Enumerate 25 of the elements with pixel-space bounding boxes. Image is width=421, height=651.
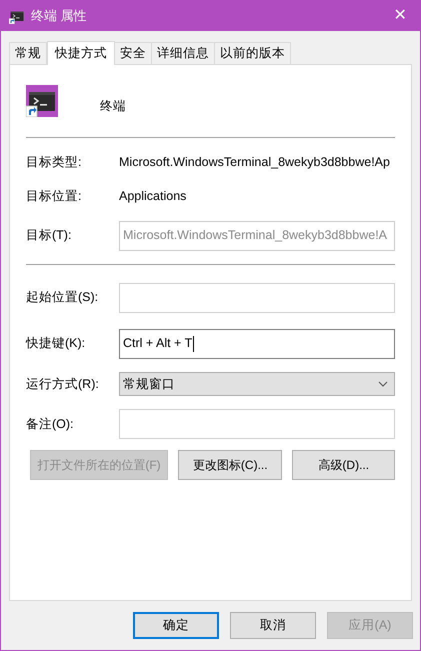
field-label: 快捷键(K): [26, 335, 86, 352]
input-field[interactable] [119, 409, 395, 440]
window-title: 终端 属性 [31, 7, 87, 26]
field-label: 运行方式(R): [26, 376, 100, 393]
tab[interactable]: 以前的版本 [214, 42, 291, 64]
close-button[interactable]: ✕ [388, 4, 412, 28]
run-dropdown[interactable]: 常规窗口 [119, 372, 395, 396]
field-label: 备注(O): [26, 416, 75, 433]
field-value: Microsoft.WindowsTerminal_8wekyb3d8bbwe!Ap [119, 154, 390, 171]
terminal-icon [26, 85, 58, 117]
field-label: 目标类型: [26, 154, 82, 171]
field-value: Applications [119, 188, 186, 205]
input-field[interactable]: Ctrl + Alt + T [119, 328, 395, 358]
field-label: 目标位置: [26, 188, 82, 205]
tab[interactable]: 常规 [9, 42, 47, 64]
input-field[interactable] [119, 282, 395, 312]
chevron-down-icon [378, 380, 388, 387]
tab[interactable]: 快捷方式 [47, 41, 115, 65]
field-label: 起始位置(S): [26, 289, 100, 306]
dialog-button[interactable]: 确定 [133, 612, 219, 639]
dialog-button[interactable]: 取消 [230, 612, 316, 639]
field-label: 目标(T): [26, 227, 72, 244]
action-button[interactable]: 更改图标(C)... [178, 450, 282, 480]
shortcut-name: 终端 [100, 98, 126, 115]
action-button[interactable]: 高级(D)... [292, 450, 395, 480]
